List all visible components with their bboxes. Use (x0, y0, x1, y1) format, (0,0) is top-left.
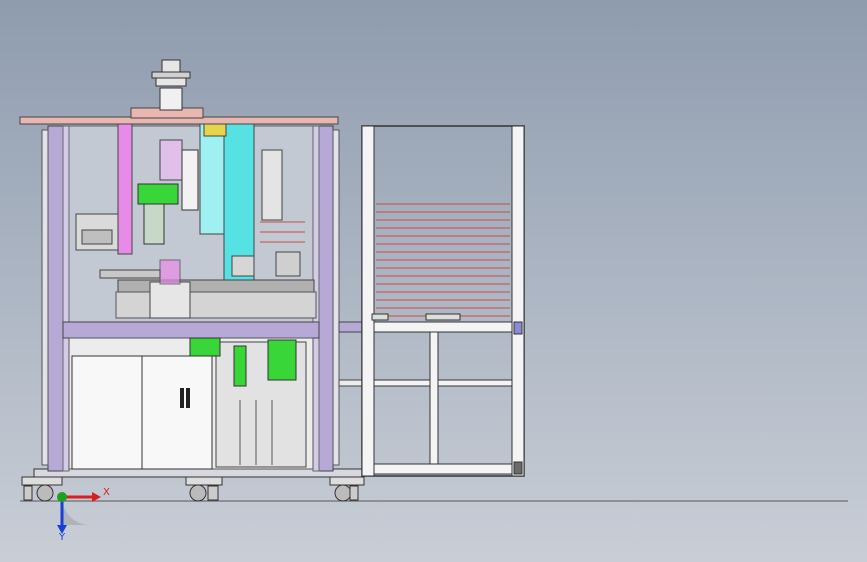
coordinate-triad[interactable] (57, 492, 101, 534)
cad-model-drawing (19, 59, 848, 534)
cabinet-door-right[interactable] (141, 355, 213, 470)
main-machine[interactable] (19, 59, 365, 502)
side-frame-post-left (361, 125, 375, 477)
door-handle-right (186, 388, 190, 408)
caster-left (21, 476, 63, 502)
cad-viewport[interactable]: X Y (0, 0, 867, 562)
x-axis-label: X (103, 487, 110, 498)
caster-right (329, 476, 365, 502)
link-beam (338, 321, 364, 333)
side-frame[interactable] (361, 125, 525, 477)
stacked-trays (376, 203, 510, 317)
side-frame-post-right (511, 125, 525, 477)
y-axis-label: Y (59, 532, 66, 543)
cabinet-door-left[interactable] (71, 355, 143, 470)
caster-mid (185, 476, 223, 502)
door-handle-left (180, 388, 184, 408)
top-cylinder (130, 59, 204, 119)
lower-cabinet (68, 337, 314, 470)
frame-column-left (47, 125, 65, 472)
middle-beam (62, 321, 320, 339)
triad-origin (57, 492, 67, 502)
